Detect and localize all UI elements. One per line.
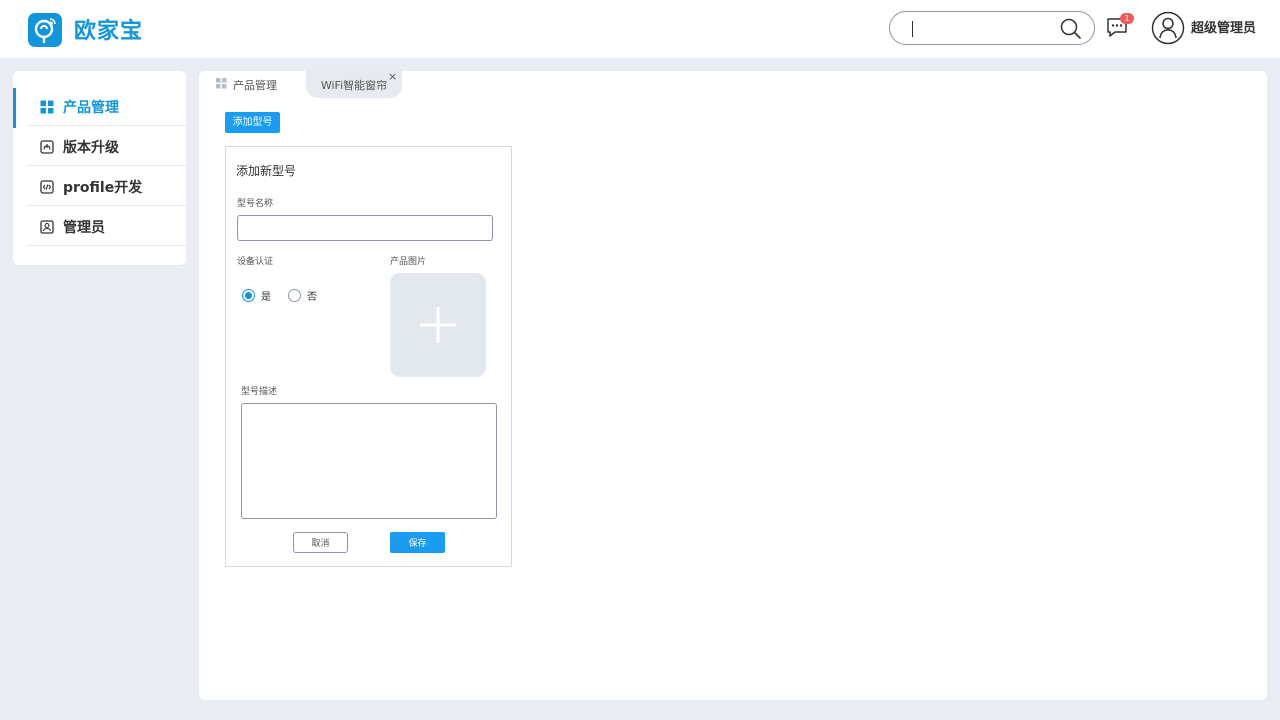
grid-icon [216, 77, 227, 92]
model-desc-textarea[interactable] [241, 403, 497, 519]
radio-label: 是 [261, 292, 271, 303]
grid-icon [40, 100, 54, 114]
model-name-input[interactable] [237, 215, 493, 241]
sidebar-item-profile-dev[interactable]: profile开发 [27, 168, 186, 206]
form-title: 添加新型号 [236, 164, 297, 178]
admin-icon [40, 219, 54, 234]
search-input[interactable] [889, 11, 1095, 45]
device-cert-no-radio[interactable]: 否 [288, 288, 317, 303]
tab-label: WiFi智能窗帘 [320, 78, 388, 92]
add-model-button[interactable]: 添加型号 [225, 112, 280, 133]
tab-products[interactable]: 产品管理 [216, 71, 277, 98]
search-icon[interactable] [1060, 18, 1082, 44]
model-desc-label: 型号描述 [241, 387, 278, 397]
top-bar: 欧家宝 1 超级管理员 [0, 0, 1280, 58]
radio-unchecked-icon [288, 289, 301, 302]
sidebar-item-products[interactable]: 产品管理 [27, 88, 186, 126]
code-icon [40, 179, 54, 194]
brand-name: 欧家宝 [74, 19, 144, 44]
device-cert-radio-group: 是 否 [242, 288, 334, 303]
add-model-form: 添加新型号 型号名称 设备认证 是 否 产品图片 型号描述 取消 保存 [225, 146, 512, 567]
sidebar-item-version-upgrade[interactable]: 版本升级 [27, 128, 186, 166]
sidebar: 产品管理 版本升级 profile开发 管理员 [13, 71, 186, 265]
image-upload-button[interactable] [390, 273, 486, 377]
sidebar-item-label: 版本升级 [63, 139, 119, 156]
upgrade-icon [40, 139, 54, 154]
close-icon[interactable]: × [388, 71, 397, 82]
sidebar-item-label: 管理员 [63, 219, 105, 236]
product-image-label: 产品图片 [390, 257, 427, 267]
active-indicator [13, 88, 16, 128]
plus-icon [420, 307, 456, 343]
logo-icon [28, 13, 62, 47]
device-cert-label: 设备认证 [237, 257, 274, 267]
main-panel: 产品管理 WiFi智能窗帘 × 添加型号 添加新型号 型号名称 设备认证 是 否… [199, 71, 1267, 700]
radio-label: 否 [307, 292, 317, 303]
device-cert-yes-radio[interactable]: 是 [242, 288, 271, 303]
avatar[interactable] [1151, 11, 1185, 49]
radio-checked-icon [242, 289, 255, 302]
sidebar-item-label: profile开发 [63, 179, 143, 196]
model-name-label: 型号名称 [237, 199, 274, 209]
message-badge: 1 [1120, 13, 1134, 24]
sidebar-item-admin[interactable]: 管理员 [27, 208, 186, 246]
user-name[interactable]: 超级管理员 [1191, 20, 1256, 38]
text-cursor [912, 21, 913, 37]
save-button[interactable]: 保存 [390, 532, 445, 553]
tab-label: 产品管理 [233, 78, 277, 92]
sidebar-item-label: 产品管理 [63, 99, 119, 116]
cancel-button[interactable]: 取消 [293, 532, 348, 553]
